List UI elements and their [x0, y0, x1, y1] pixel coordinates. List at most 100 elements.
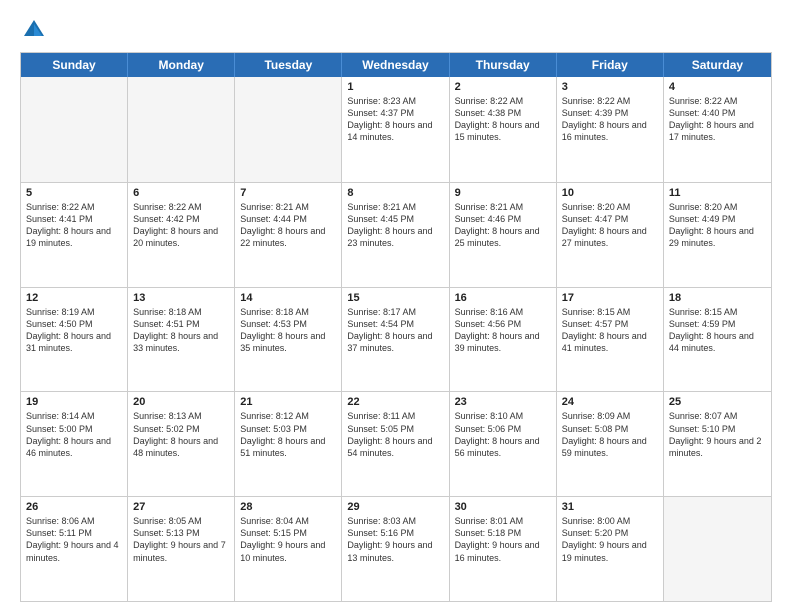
- cell-text: Sunrise: 8:18 AM Sunset: 4:51 PM Dayligh…: [133, 306, 229, 355]
- day-number: 23: [455, 396, 551, 408]
- calendar-cell: 3 Sunrise: 8:22 AM Sunset: 4:39 PM Daylig…: [557, 77, 664, 182]
- calendar-header-day: Monday: [128, 53, 235, 77]
- day-number: 4: [669, 81, 766, 93]
- calendar-week-3: 12 Sunrise: 8:19 AM Sunset: 4:50 PM Dayli…: [21, 287, 771, 392]
- calendar-cell: 31 Sunrise: 8:00 AM Sunset: 5:20 PM Dayli…: [557, 497, 664, 601]
- calendar-cell: 4Sunrise: 8:22 AM Sunset: 4:40 PM Daylig…: [664, 77, 771, 182]
- cell-text: Sunrise: 8:19 AM Sunset: 4:50 PM Dayligh…: [26, 306, 122, 355]
- calendar-cell: 13 Sunrise: 8:18 AM Sunset: 4:51 PM Dayli…: [128, 288, 235, 392]
- cell-text: Sunrise: 8:03 AM Sunset: 5:16 PM Dayligh…: [347, 515, 443, 564]
- cell-text: Sunrise: 8:14 AM Sunset: 5:00 PM Dayligh…: [26, 410, 122, 459]
- cell-text: Sunrise: 8:11 AM Sunset: 5:05 PM Dayligh…: [347, 410, 443, 459]
- day-number: 24: [562, 396, 658, 408]
- day-number: 26: [26, 501, 122, 513]
- calendar-cell: 12 Sunrise: 8:19 AM Sunset: 4:50 PM Dayli…: [21, 288, 128, 392]
- day-number: 22: [347, 396, 443, 408]
- day-number: 2: [455, 81, 551, 93]
- calendar-cell: 22 Sunrise: 8:11 AM Sunset: 5:05 PM Dayli…: [342, 392, 449, 496]
- cell-text: Sunrise: 8:23 AM Sunset: 4:37 PM Dayligh…: [347, 95, 443, 144]
- day-number: 13: [133, 292, 229, 304]
- calendar-cell: 2 Sunrise: 8:22 AM Sunset: 4:38 PM Daylig…: [450, 77, 557, 182]
- calendar-cell: 19 Sunrise: 8:14 AM Sunset: 5:00 PM Dayli…: [21, 392, 128, 496]
- cell-text: Sunrise: 8:05 AM Sunset: 5:13 PM Dayligh…: [133, 515, 229, 564]
- calendar-cell: [235, 77, 342, 182]
- cell-text: Sunrise: 8:22 AM Sunset: 4:41 PM Dayligh…: [26, 201, 122, 250]
- cell-text: Sunrise: 8:18 AM Sunset: 4:53 PM Dayligh…: [240, 306, 336, 355]
- cell-text: Sunrise: 8:20 AM Sunset: 4:47 PM Dayligh…: [562, 201, 658, 250]
- cell-text: Sunrise: 8:12 AM Sunset: 5:03 PM Dayligh…: [240, 410, 336, 459]
- cell-text: Sunrise: 8:00 AM Sunset: 5:20 PM Dayligh…: [562, 515, 658, 564]
- calendar-cell: 14 Sunrise: 8:18 AM Sunset: 4:53 PM Dayli…: [235, 288, 342, 392]
- cell-text: Sunrise: 8:15 AM Sunset: 4:59 PM Dayligh…: [669, 306, 766, 355]
- cell-text: Sunrise: 8:17 AM Sunset: 4:54 PM Dayligh…: [347, 306, 443, 355]
- day-number: 5: [26, 187, 122, 199]
- calendar: SundayMondayTuesdayWednesdayThursdayFrid…: [20, 52, 772, 602]
- day-number: 9: [455, 187, 551, 199]
- calendar-header-day: Saturday: [664, 53, 771, 77]
- calendar-body: 1 Sunrise: 8:23 AM Sunset: 4:37 PM Daylig…: [21, 77, 771, 601]
- logo: [20, 16, 52, 44]
- calendar-cell: 20Sunrise: 8:13 AM Sunset: 5:02 PM Dayli…: [128, 392, 235, 496]
- day-number: 7: [240, 187, 336, 199]
- calendar-week-1: 1 Sunrise: 8:23 AM Sunset: 4:37 PM Daylig…: [21, 77, 771, 182]
- day-number: 18: [669, 292, 766, 304]
- day-number: 1: [347, 81, 443, 93]
- day-number: 27: [133, 501, 229, 513]
- day-number: 19: [26, 396, 122, 408]
- calendar-cell: 25Sunrise: 8:07 AM Sunset: 5:10 PM Dayli…: [664, 392, 771, 496]
- calendar-header-day: Thursday: [450, 53, 557, 77]
- day-number: 17: [562, 292, 658, 304]
- calendar-cell: 28Sunrise: 8:04 AM Sunset: 5:15 PM Dayli…: [235, 497, 342, 601]
- calendar-cell: [21, 77, 128, 182]
- cell-text: Sunrise: 8:06 AM Sunset: 5:11 PM Dayligh…: [26, 515, 122, 564]
- cell-text: Sunrise: 8:09 AM Sunset: 5:08 PM Dayligh…: [562, 410, 658, 459]
- day-number: 3: [562, 81, 658, 93]
- calendar-cell: 30 Sunrise: 8:01 AM Sunset: 5:18 PM Dayli…: [450, 497, 557, 601]
- calendar-cell: 11 Sunrise: 8:20 AM Sunset: 4:49 PM Dayli…: [664, 183, 771, 287]
- cell-text: Sunrise: 8:22 AM Sunset: 4:39 PM Dayligh…: [562, 95, 658, 144]
- calendar-cell: 7 Sunrise: 8:21 AM Sunset: 4:44 PM Daylig…: [235, 183, 342, 287]
- calendar-cell: 5 Sunrise: 8:22 AM Sunset: 4:41 PM Daylig…: [21, 183, 128, 287]
- cell-text: Sunrise: 8:16 AM Sunset: 4:56 PM Dayligh…: [455, 306, 551, 355]
- cell-text: Sunrise: 8:01 AM Sunset: 5:18 PM Dayligh…: [455, 515, 551, 564]
- calendar-week-4: 19 Sunrise: 8:14 AM Sunset: 5:00 PM Dayli…: [21, 391, 771, 496]
- calendar-cell: 10 Sunrise: 8:20 AM Sunset: 4:47 PM Dayli…: [557, 183, 664, 287]
- day-number: 16: [455, 292, 551, 304]
- day-number: 12: [26, 292, 122, 304]
- day-number: 15: [347, 292, 443, 304]
- day-number: 10: [562, 187, 658, 199]
- cell-text: Sunrise: 8:21 AM Sunset: 4:45 PM Dayligh…: [347, 201, 443, 250]
- calendar-cell: 18 Sunrise: 8:15 AM Sunset: 4:59 PM Dayli…: [664, 288, 771, 392]
- calendar-cell: 16 Sunrise: 8:16 AM Sunset: 4:56 PM Dayli…: [450, 288, 557, 392]
- cell-text: Sunrise: 8:15 AM Sunset: 4:57 PM Dayligh…: [562, 306, 658, 355]
- calendar-header-day: Tuesday: [235, 53, 342, 77]
- cell-text: Sunrise: 8:22 AM Sunset: 4:42 PM Dayligh…: [133, 201, 229, 250]
- logo-icon: [20, 16, 48, 44]
- calendar-cell: [664, 497, 771, 601]
- calendar-header-row: SundayMondayTuesdayWednesdayThursdayFrid…: [21, 53, 771, 77]
- calendar-cell: 29 Sunrise: 8:03 AM Sunset: 5:16 PM Dayli…: [342, 497, 449, 601]
- day-number: 11: [669, 187, 766, 199]
- day-number: 21: [240, 396, 336, 408]
- calendar-cell: 17 Sunrise: 8:15 AM Sunset: 4:57 PM Dayli…: [557, 288, 664, 392]
- calendar-cell: 15 Sunrise: 8:17 AM Sunset: 4:54 PM Dayli…: [342, 288, 449, 392]
- day-number: 14: [240, 292, 336, 304]
- calendar-cell: 9 Sunrise: 8:21 AM Sunset: 4:46 PM Daylig…: [450, 183, 557, 287]
- cell-text: Sunrise: 8:20 AM Sunset: 4:49 PM Dayligh…: [669, 201, 766, 250]
- day-number: 29: [347, 501, 443, 513]
- calendar-week-5: 26 Sunrise: 8:06 AM Sunset: 5:11 PM Dayli…: [21, 496, 771, 601]
- calendar-week-2: 5 Sunrise: 8:22 AM Sunset: 4:41 PM Daylig…: [21, 182, 771, 287]
- day-number: 30: [455, 501, 551, 513]
- cell-text: Sunrise: 8:21 AM Sunset: 4:46 PM Dayligh…: [455, 201, 551, 250]
- calendar-cell: 1 Sunrise: 8:23 AM Sunset: 4:37 PM Daylig…: [342, 77, 449, 182]
- calendar-cell: 24 Sunrise: 8:09 AM Sunset: 5:08 PM Dayli…: [557, 392, 664, 496]
- cell-text: Sunrise: 8:04 AM Sunset: 5:15 PM Dayligh…: [240, 515, 336, 564]
- calendar-header-day: Sunday: [21, 53, 128, 77]
- calendar-cell: 27 Sunrise: 8:05 AM Sunset: 5:13 PM Dayli…: [128, 497, 235, 601]
- cell-text: Sunrise: 8:21 AM Sunset: 4:44 PM Dayligh…: [240, 201, 336, 250]
- day-number: 31: [562, 501, 658, 513]
- day-number: 6: [133, 187, 229, 199]
- calendar-cell: 8Sunrise: 8:21 AM Sunset: 4:45 PM Daylig…: [342, 183, 449, 287]
- cell-text: Sunrise: 8:22 AM Sunset: 4:38 PM Dayligh…: [455, 95, 551, 144]
- calendar-header-day: Wednesday: [342, 53, 449, 77]
